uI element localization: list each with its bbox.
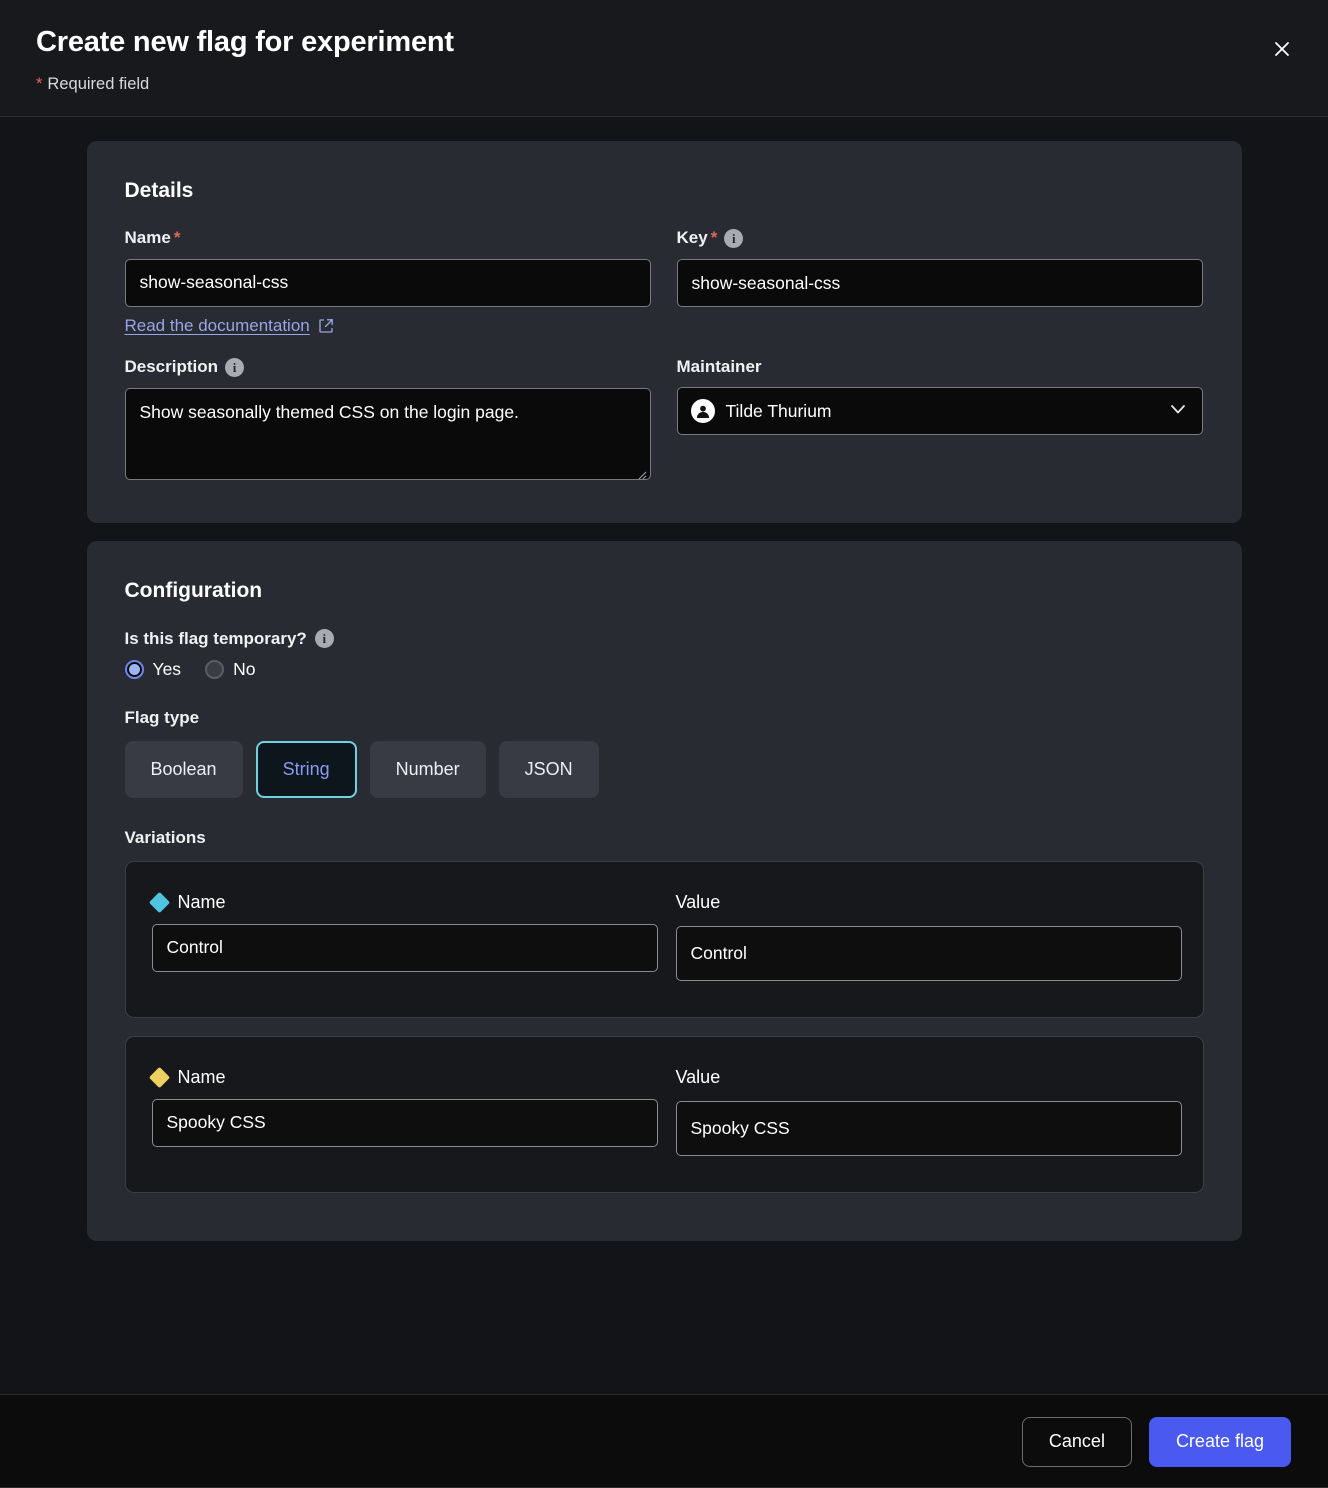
flag-type-number-button[interactable]: Number xyxy=(369,740,486,798)
variation-value-input[interactable] xyxy=(675,925,1182,981)
variation-value-label: Value xyxy=(676,892,1182,914)
flag-type-label: Flag type xyxy=(124,707,200,727)
description-label: Description i xyxy=(124,356,651,377)
maintainer-value: Tilde Thurium xyxy=(725,400,832,421)
maintainer-label-text: Maintainer xyxy=(676,356,762,376)
variation-card: Name Value xyxy=(124,860,1204,1018)
variation-value-group: Value xyxy=(675,892,1182,981)
variation-value-input[interactable] xyxy=(675,1100,1182,1156)
modal-body: Details Name* Read the documentation xyxy=(0,117,1328,1394)
flag-type-json-button[interactable]: JSON xyxy=(498,740,599,798)
variation-row: Name Value xyxy=(148,892,1182,981)
configuration-section-title: Configuration xyxy=(124,578,263,602)
variation-color-diamond-icon xyxy=(148,1067,170,1089)
key-input[interactable] xyxy=(676,259,1203,307)
maintainer-label: Maintainer xyxy=(676,356,1203,377)
variation-name-label: Name xyxy=(148,1067,658,1089)
radio-yes-label: Yes xyxy=(152,658,182,679)
modal-header: Create new flag for experiment * Required… xyxy=(0,0,1328,117)
variation-value-group: Value xyxy=(675,1067,1182,1156)
name-field-group: Name* Read the documentation xyxy=(124,228,651,336)
key-label-text: Key xyxy=(676,228,708,248)
temporary-flag-radio-group: Yes No xyxy=(124,658,1204,680)
required-field-label: Required field xyxy=(47,75,150,93)
description-info-icon[interactable]: i xyxy=(225,357,245,377)
variation-value-label-text: Value xyxy=(675,892,721,913)
variation-value-label: Value xyxy=(676,1067,1182,1089)
radio-option-no[interactable]: No xyxy=(205,659,255,680)
cancel-button[interactable]: Cancel xyxy=(1021,1416,1132,1467)
details-second-row: Description i Show seasonally themed CSS… xyxy=(124,356,1204,485)
key-required-asterisk: * xyxy=(710,228,718,248)
flag-type-boolean-button[interactable]: Boolean xyxy=(124,740,243,798)
maintainer-select[interactable]: Tilde Thurium xyxy=(676,387,1203,436)
variation-name-group: Name xyxy=(148,892,658,981)
read-documentation-label: Read the documentation xyxy=(124,315,310,335)
details-first-row: Name* Read the documentation xyxy=(124,228,1204,336)
variation-name-input[interactable] xyxy=(151,1098,658,1147)
close-icon xyxy=(1272,39,1292,59)
required-field-note: * Required field xyxy=(36,75,1292,94)
name-label-text: Name xyxy=(124,228,171,247)
variation-card: Name Value xyxy=(124,1035,1204,1193)
name-required-asterisk: * xyxy=(173,228,181,247)
details-card: Details Name* Read the documentation xyxy=(86,141,1242,523)
description-wrapper: Show seasonally themed CSS on the login … xyxy=(124,387,651,485)
radio-no-indicator[interactable] xyxy=(205,659,225,679)
variation-name-label-text: Name xyxy=(177,1067,226,1088)
read-documentation-link[interactable]: Read the documentation xyxy=(125,316,334,336)
variation-name-group: Name xyxy=(148,1067,658,1156)
radio-no-label: No xyxy=(233,658,256,679)
key-info-icon[interactable]: i xyxy=(724,229,744,248)
description-label-text: Description xyxy=(124,356,219,376)
temporary-flag-info-icon[interactable]: i xyxy=(314,629,334,649)
description-field-group: Description i Show seasonally themed CSS… xyxy=(124,356,651,485)
modal-footer: Cancel Create flag xyxy=(0,1394,1328,1488)
variations-label: Variations xyxy=(124,827,206,847)
flag-type-button-group: Boolean String Number JSON xyxy=(124,740,1204,798)
external-link-icon xyxy=(318,318,334,334)
temporary-flag-label: Is this flag temporary? i xyxy=(125,629,1204,649)
variation-name-label-text: Name xyxy=(177,892,226,913)
required-asterisk: * xyxy=(36,75,43,93)
key-label: Key * i xyxy=(676,228,1203,248)
description-textarea[interactable]: Show seasonally themed CSS on the login … xyxy=(124,387,651,480)
create-flag-modal: Create new flag for experiment * Required… xyxy=(0,0,1328,1488)
close-button[interactable] xyxy=(1263,30,1301,68)
key-field-group: Key * i xyxy=(676,228,1203,336)
temporary-flag-label-text: Is this flag temporary? xyxy=(124,628,307,648)
variation-row: Name Value xyxy=(148,1067,1182,1156)
configuration-card: Configuration Is this flag temporary? i … xyxy=(86,540,1242,1241)
name-input[interactable] xyxy=(124,258,651,307)
chevron-down-icon xyxy=(1167,398,1189,425)
variation-color-diamond-icon xyxy=(148,892,170,914)
create-flag-button[interactable]: Create flag xyxy=(1148,1416,1291,1467)
page-title: Create new flag for experiment xyxy=(36,26,454,58)
avatar xyxy=(690,399,715,424)
variation-name-input[interactable] xyxy=(151,923,658,972)
radio-yes-indicator[interactable] xyxy=(124,659,144,679)
flag-type-string-button[interactable]: String xyxy=(255,740,357,798)
radio-option-yes[interactable]: Yes xyxy=(124,658,182,680)
maintainer-field-group: Maintainer Tilde Thurium xyxy=(676,356,1203,485)
variation-value-label-text: Value xyxy=(675,1067,721,1088)
variation-name-label: Name xyxy=(148,892,658,914)
details-section-title: Details xyxy=(124,179,194,202)
name-label: Name * xyxy=(124,228,651,248)
